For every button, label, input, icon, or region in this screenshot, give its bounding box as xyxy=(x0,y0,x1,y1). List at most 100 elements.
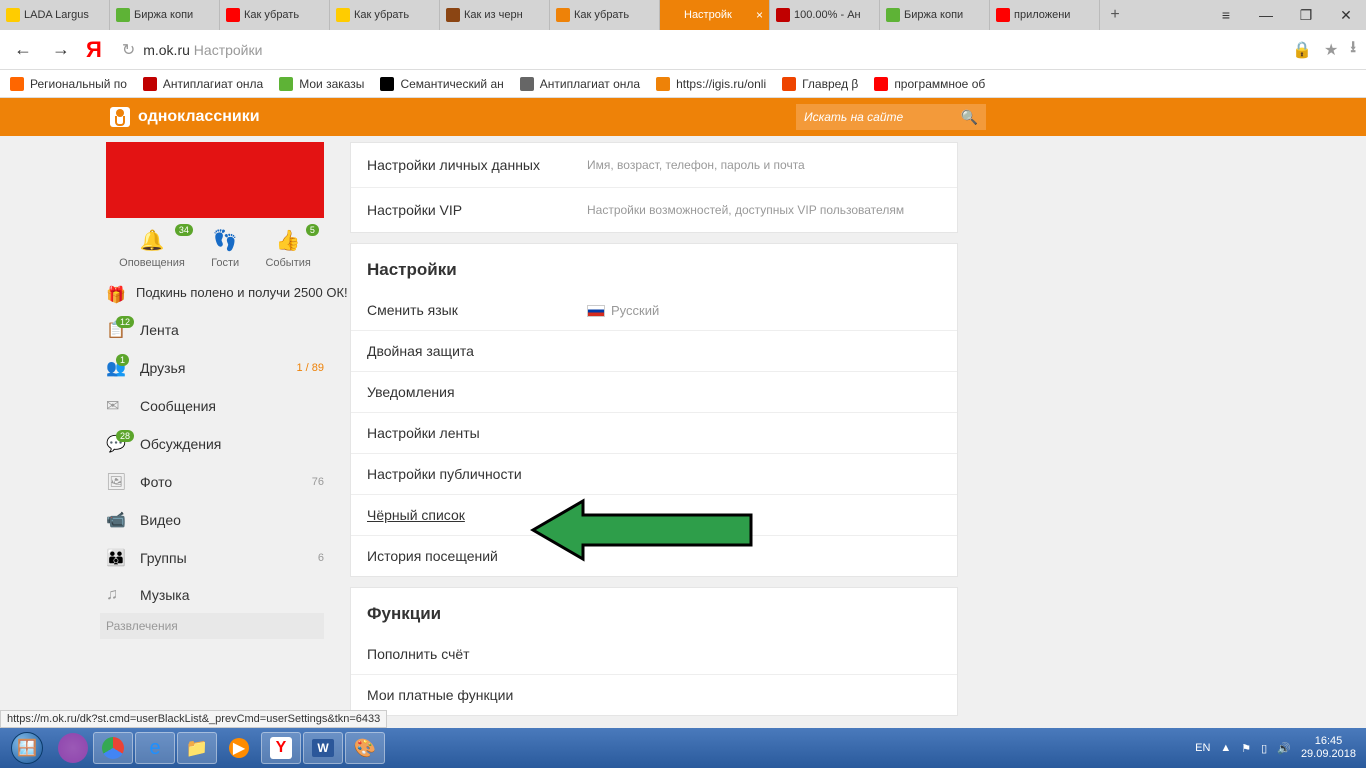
bookmark-favicon xyxy=(10,77,24,91)
taskbar-word[interactable]: W xyxy=(303,732,343,764)
bookmark-favicon xyxy=(279,77,293,91)
row-title: Настройки VIP xyxy=(367,202,587,218)
sidebar-item-icon: 📹 xyxy=(106,510,126,530)
sidebar-item-icon: ♫ xyxy=(106,586,126,604)
browser-tab[interactable]: LADA Largus xyxy=(0,0,110,30)
bookmark-item[interactable]: Мои заказы xyxy=(279,77,364,91)
tab-favicon xyxy=(226,8,240,22)
forward-button[interactable]: → xyxy=(48,35,74,64)
taskbar-media[interactable]: ▶ xyxy=(219,732,259,764)
settings-row[interactable]: Сменить языкРусский xyxy=(351,290,957,331)
flag-icon xyxy=(587,305,605,317)
bookmark-favicon xyxy=(874,77,888,91)
browser-tab[interactable]: Как убрать xyxy=(330,0,440,30)
profile-action[interactable]: 👣Гости xyxy=(211,228,239,269)
taskbar-explorer[interactable]: 📁 xyxy=(177,732,217,764)
sidebar-item[interactable]: 📋12Лента xyxy=(106,311,324,349)
settings-row[interactable]: Двойная защита xyxy=(351,331,957,372)
star-icon[interactable]: ★ xyxy=(1324,40,1338,60)
browser-tab[interactable]: Как из черн xyxy=(440,0,550,30)
bookmark-item[interactable]: https://igis.ru/onli xyxy=(656,77,766,91)
taskbar-cortana[interactable] xyxy=(58,733,88,763)
sidebar-item[interactable]: ✉Сообщения xyxy=(106,387,324,425)
settings-row[interactable]: Настройки личных данныхИмя, возраст, тел… xyxy=(351,143,957,188)
maximize-button[interactable]: ❐ xyxy=(1286,0,1326,30)
new-tab-button[interactable]: + xyxy=(1100,0,1130,30)
ok-header: одноклассники 🔍 xyxy=(0,98,1366,136)
bookmark-label: Семантический ан xyxy=(400,77,503,91)
search-input[interactable] xyxy=(804,110,961,124)
start-button[interactable]: 🪟 xyxy=(0,728,54,768)
sidebar-item-label: Музыка xyxy=(140,587,190,603)
site-search[interactable]: 🔍 xyxy=(796,104,986,130)
taskbar-ie[interactable]: e xyxy=(135,732,175,764)
bookmark-item[interactable]: Антиплагиат онла xyxy=(143,77,263,91)
taskbar-paint[interactable]: 🎨 xyxy=(345,732,385,764)
settings-row[interactable]: Настройки ленты xyxy=(351,413,957,454)
system-tray[interactable]: EN ▲ ⚑ ▯ 🔊 16:45 29.09.2018 xyxy=(1195,735,1366,761)
browser-tab[interactable]: Как убрать xyxy=(550,0,660,30)
bookmark-item[interactable]: Антиплагиат онла xyxy=(520,77,640,91)
search-icon[interactable]: 🔍 xyxy=(961,109,978,126)
tray-flag-icon[interactable]: ▲ xyxy=(1220,742,1231,754)
sidebar-item-label: Видео xyxy=(140,512,181,528)
settings-row[interactable]: Пополнить счёт xyxy=(351,634,957,675)
sidebar-item[interactable]: 🖼Фото76 xyxy=(106,463,324,501)
url-box[interactable]: ↻ m.ok.ru Настройки xyxy=(114,36,1280,64)
tray-battery-icon[interactable]: ▯ xyxy=(1261,742,1267,755)
tray-action-icon[interactable]: ⚑ xyxy=(1241,742,1251,755)
badge: 5 xyxy=(306,224,319,236)
browser-tab[interactable]: Как убрать xyxy=(220,0,330,30)
browser-tab[interactable]: Биржа копи xyxy=(880,0,990,30)
tab-favicon xyxy=(116,8,130,22)
settings-row[interactable]: Мои платные функции xyxy=(351,675,957,715)
back-button[interactable]: ← xyxy=(10,35,36,64)
tab-close-icon[interactable]: × xyxy=(756,8,763,22)
bookmark-item[interactable]: программное об xyxy=(874,77,985,91)
browser-tab[interactable]: Биржа копи xyxy=(110,0,220,30)
tab-favicon xyxy=(556,8,570,22)
taskbar: 🪟 e 📁 ▶ Y W 🎨 EN ▲ ⚑ ▯ 🔊 16:45 29.09.201… xyxy=(0,728,1366,768)
browser-tab[interactable]: Настройк× xyxy=(660,0,770,30)
bookmark-item[interactable]: Главред β xyxy=(782,77,858,91)
ok-logo[interactable]: одноклассники xyxy=(110,107,260,127)
bookmark-item[interactable]: Региональный по xyxy=(10,77,127,91)
taskbar-yandex[interactable]: Y xyxy=(261,732,301,764)
sidebar-item[interactable]: 📹 Видео xyxy=(106,501,324,539)
settings-row[interactable]: Настройки VIPНастройки возможностей, дос… xyxy=(351,188,957,232)
tray-lang[interactable]: EN xyxy=(1195,742,1210,754)
download-icon[interactable]: ⭳ xyxy=(1350,36,1356,63)
taskbar-chrome[interactable] xyxy=(93,732,133,764)
sidebar-item[interactable]: 👪Группы6 xyxy=(106,539,324,577)
tray-clock[interactable]: 16:45 29.09.2018 xyxy=(1301,735,1362,761)
settings-row[interactable]: История посещений xyxy=(351,536,957,576)
profile-action[interactable]: 🔔34Оповещения xyxy=(119,228,185,269)
browser-tab[interactable]: приложени xyxy=(990,0,1100,30)
browser-tab[interactable]: 100.00% - Ан xyxy=(770,0,880,30)
status-bar: https://m.ok.ru/dk?st.cmd=userBlackList&… xyxy=(0,710,387,728)
yandex-logo[interactable]: Я xyxy=(86,37,102,63)
tab-favicon xyxy=(996,8,1010,22)
sidebar-item[interactable]: ♫ Музыка xyxy=(106,577,324,613)
minimize-button[interactable]: — xyxy=(1246,0,1286,30)
sidebar-item[interactable]: 💬28Обсуждения xyxy=(106,425,324,463)
profile-picture[interactable] xyxy=(106,142,324,218)
close-button[interactable]: ✕ xyxy=(1326,0,1366,30)
settings-row[interactable]: Чёрный список xyxy=(351,495,957,536)
profile-action-label: Гости xyxy=(211,257,239,269)
sidebar-footer[interactable]: Развлечения xyxy=(100,613,324,639)
settings-row[interactable]: Уведомления xyxy=(351,372,957,413)
row-label: Сменить язык xyxy=(367,302,587,318)
bookmark-item[interactable]: Семантический ан xyxy=(380,77,503,91)
profile-action[interactable]: 👍5События xyxy=(265,228,310,269)
settings-row[interactable]: Настройки публичности xyxy=(351,454,957,495)
reload-icon[interactable]: ↻ xyxy=(122,40,135,60)
tray-volume-icon[interactable]: 🔊 xyxy=(1277,742,1291,755)
sidebar-item[interactable]: 👥1Друзья1 / 89 xyxy=(106,349,324,387)
tab-favicon xyxy=(6,8,20,22)
sidebar-promo[interactable]: 🎁 Подкинь полено и получи 2500 ОК! xyxy=(106,279,350,311)
row-label: История посещений xyxy=(367,548,498,564)
menu-button[interactable]: ≡ xyxy=(1206,0,1246,30)
main-column: Настройки личных данныхИмя, возраст, тел… xyxy=(350,136,958,700)
row-desc: Настройки возможностей, доступных VIP по… xyxy=(587,203,904,217)
